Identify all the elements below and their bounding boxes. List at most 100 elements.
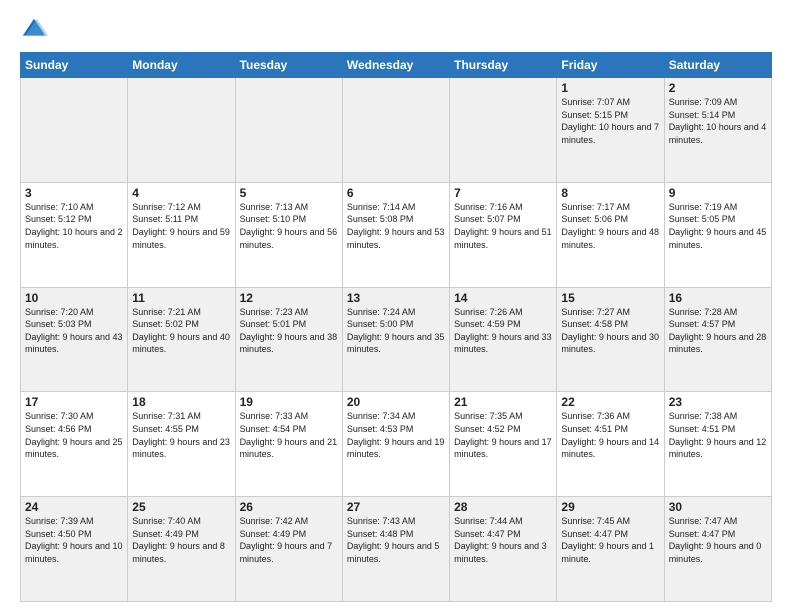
day-info: Sunrise: 7:13 AM Sunset: 5:10 PM Dayligh…: [240, 201, 338, 251]
calendar-day-22: 22Sunrise: 7:36 AM Sunset: 4:51 PM Dayli…: [557, 392, 664, 497]
calendar-day-3: 3Sunrise: 7:10 AM Sunset: 5:12 PM Daylig…: [21, 182, 128, 287]
calendar-week-2: 3Sunrise: 7:10 AM Sunset: 5:12 PM Daylig…: [21, 182, 772, 287]
calendar-day-24: 24Sunrise: 7:39 AM Sunset: 4:50 PM Dayli…: [21, 497, 128, 602]
day-number: 15: [561, 291, 659, 305]
day-number: 5: [240, 186, 338, 200]
day-number: 12: [240, 291, 338, 305]
day-number: 13: [347, 291, 445, 305]
calendar-day-28: 28Sunrise: 7:44 AM Sunset: 4:47 PM Dayli…: [450, 497, 557, 602]
calendar-day-4: 4Sunrise: 7:12 AM Sunset: 5:11 PM Daylig…: [128, 182, 235, 287]
calendar-empty: [128, 78, 235, 183]
logo: [20, 16, 52, 44]
day-info: Sunrise: 7:23 AM Sunset: 5:01 PM Dayligh…: [240, 306, 338, 356]
day-info: Sunrise: 7:19 AM Sunset: 5:05 PM Dayligh…: [669, 201, 767, 251]
day-number: 23: [669, 395, 767, 409]
day-number: 28: [454, 500, 552, 514]
day-info: Sunrise: 7:42 AM Sunset: 4:49 PM Dayligh…: [240, 515, 338, 565]
day-info: Sunrise: 7:07 AM Sunset: 5:15 PM Dayligh…: [561, 96, 659, 146]
day-number: 1: [561, 81, 659, 95]
calendar-day-23: 23Sunrise: 7:38 AM Sunset: 4:51 PM Dayli…: [664, 392, 771, 497]
day-number: 30: [669, 500, 767, 514]
calendar-day-5: 5Sunrise: 7:13 AM Sunset: 5:10 PM Daylig…: [235, 182, 342, 287]
calendar-week-3: 10Sunrise: 7:20 AM Sunset: 5:03 PM Dayli…: [21, 287, 772, 392]
day-info: Sunrise: 7:14 AM Sunset: 5:08 PM Dayligh…: [347, 201, 445, 251]
calendar-day-14: 14Sunrise: 7:26 AM Sunset: 4:59 PM Dayli…: [450, 287, 557, 392]
day-info: Sunrise: 7:28 AM Sunset: 4:57 PM Dayligh…: [669, 306, 767, 356]
calendar-empty: [235, 78, 342, 183]
calendar-header-row: SundayMondayTuesdayWednesdayThursdayFrid…: [21, 53, 772, 78]
day-info: Sunrise: 7:39 AM Sunset: 4:50 PM Dayligh…: [25, 515, 123, 565]
day-info: Sunrise: 7:45 AM Sunset: 4:47 PM Dayligh…: [561, 515, 659, 565]
day-info: Sunrise: 7:09 AM Sunset: 5:14 PM Dayligh…: [669, 96, 767, 146]
calendar: SundayMondayTuesdayWednesdayThursdayFrid…: [20, 52, 772, 602]
day-number: 4: [132, 186, 230, 200]
calendar-day-17: 17Sunrise: 7:30 AM Sunset: 4:56 PM Dayli…: [21, 392, 128, 497]
logo-icon: [20, 16, 48, 44]
col-header-thursday: Thursday: [450, 53, 557, 78]
col-header-wednesday: Wednesday: [342, 53, 449, 78]
calendar-day-27: 27Sunrise: 7:43 AM Sunset: 4:48 PM Dayli…: [342, 497, 449, 602]
day-number: 18: [132, 395, 230, 409]
day-number: 26: [240, 500, 338, 514]
day-info: Sunrise: 7:33 AM Sunset: 4:54 PM Dayligh…: [240, 410, 338, 460]
calendar-empty: [21, 78, 128, 183]
day-info: Sunrise: 7:17 AM Sunset: 5:06 PM Dayligh…: [561, 201, 659, 251]
calendar-day-21: 21Sunrise: 7:35 AM Sunset: 4:52 PM Dayli…: [450, 392, 557, 497]
calendar-day-25: 25Sunrise: 7:40 AM Sunset: 4:49 PM Dayli…: [128, 497, 235, 602]
day-number: 29: [561, 500, 659, 514]
day-info: Sunrise: 7:10 AM Sunset: 5:12 PM Dayligh…: [25, 201, 123, 251]
day-info: Sunrise: 7:12 AM Sunset: 5:11 PM Dayligh…: [132, 201, 230, 251]
calendar-day-16: 16Sunrise: 7:28 AM Sunset: 4:57 PM Dayli…: [664, 287, 771, 392]
page: SundayMondayTuesdayWednesdayThursdayFrid…: [0, 0, 792, 612]
day-info: Sunrise: 7:44 AM Sunset: 4:47 PM Dayligh…: [454, 515, 552, 565]
calendar-day-7: 7Sunrise: 7:16 AM Sunset: 5:07 PM Daylig…: [450, 182, 557, 287]
day-info: Sunrise: 7:36 AM Sunset: 4:51 PM Dayligh…: [561, 410, 659, 460]
day-info: Sunrise: 7:20 AM Sunset: 5:03 PM Dayligh…: [25, 306, 123, 356]
day-info: Sunrise: 7:27 AM Sunset: 4:58 PM Dayligh…: [561, 306, 659, 356]
calendar-day-2: 2Sunrise: 7:09 AM Sunset: 5:14 PM Daylig…: [664, 78, 771, 183]
day-info: Sunrise: 7:26 AM Sunset: 4:59 PM Dayligh…: [454, 306, 552, 356]
col-header-friday: Friday: [557, 53, 664, 78]
day-number: 2: [669, 81, 767, 95]
day-info: Sunrise: 7:43 AM Sunset: 4:48 PM Dayligh…: [347, 515, 445, 565]
calendar-empty: [342, 78, 449, 183]
day-number: 11: [132, 291, 230, 305]
day-number: 7: [454, 186, 552, 200]
day-number: 17: [25, 395, 123, 409]
header: [20, 16, 772, 44]
day-info: Sunrise: 7:21 AM Sunset: 5:02 PM Dayligh…: [132, 306, 230, 356]
calendar-day-10: 10Sunrise: 7:20 AM Sunset: 5:03 PM Dayli…: [21, 287, 128, 392]
day-number: 25: [132, 500, 230, 514]
day-number: 6: [347, 186, 445, 200]
day-info: Sunrise: 7:38 AM Sunset: 4:51 PM Dayligh…: [669, 410, 767, 460]
calendar-day-8: 8Sunrise: 7:17 AM Sunset: 5:06 PM Daylig…: [557, 182, 664, 287]
calendar-day-13: 13Sunrise: 7:24 AM Sunset: 5:00 PM Dayli…: [342, 287, 449, 392]
day-number: 16: [669, 291, 767, 305]
calendar-week-4: 17Sunrise: 7:30 AM Sunset: 4:56 PM Dayli…: [21, 392, 772, 497]
col-header-sunday: Sunday: [21, 53, 128, 78]
calendar-day-15: 15Sunrise: 7:27 AM Sunset: 4:58 PM Dayli…: [557, 287, 664, 392]
day-number: 14: [454, 291, 552, 305]
calendar-day-18: 18Sunrise: 7:31 AM Sunset: 4:55 PM Dayli…: [128, 392, 235, 497]
calendar-day-6: 6Sunrise: 7:14 AM Sunset: 5:08 PM Daylig…: [342, 182, 449, 287]
calendar-week-5: 24Sunrise: 7:39 AM Sunset: 4:50 PM Dayli…: [21, 497, 772, 602]
day-number: 20: [347, 395, 445, 409]
day-info: Sunrise: 7:35 AM Sunset: 4:52 PM Dayligh…: [454, 410, 552, 460]
calendar-day-30: 30Sunrise: 7:47 AM Sunset: 4:47 PM Dayli…: [664, 497, 771, 602]
day-info: Sunrise: 7:47 AM Sunset: 4:47 PM Dayligh…: [669, 515, 767, 565]
day-info: Sunrise: 7:16 AM Sunset: 5:07 PM Dayligh…: [454, 201, 552, 251]
calendar-day-1: 1Sunrise: 7:07 AM Sunset: 5:15 PM Daylig…: [557, 78, 664, 183]
day-info: Sunrise: 7:40 AM Sunset: 4:49 PM Dayligh…: [132, 515, 230, 565]
day-info: Sunrise: 7:24 AM Sunset: 5:00 PM Dayligh…: [347, 306, 445, 356]
calendar-day-29: 29Sunrise: 7:45 AM Sunset: 4:47 PM Dayli…: [557, 497, 664, 602]
day-number: 22: [561, 395, 659, 409]
col-header-monday: Monday: [128, 53, 235, 78]
day-number: 9: [669, 186, 767, 200]
col-header-tuesday: Tuesday: [235, 53, 342, 78]
day-number: 3: [25, 186, 123, 200]
col-header-saturday: Saturday: [664, 53, 771, 78]
calendar-day-12: 12Sunrise: 7:23 AM Sunset: 5:01 PM Dayli…: [235, 287, 342, 392]
day-info: Sunrise: 7:31 AM Sunset: 4:55 PM Dayligh…: [132, 410, 230, 460]
day-number: 8: [561, 186, 659, 200]
day-number: 19: [240, 395, 338, 409]
